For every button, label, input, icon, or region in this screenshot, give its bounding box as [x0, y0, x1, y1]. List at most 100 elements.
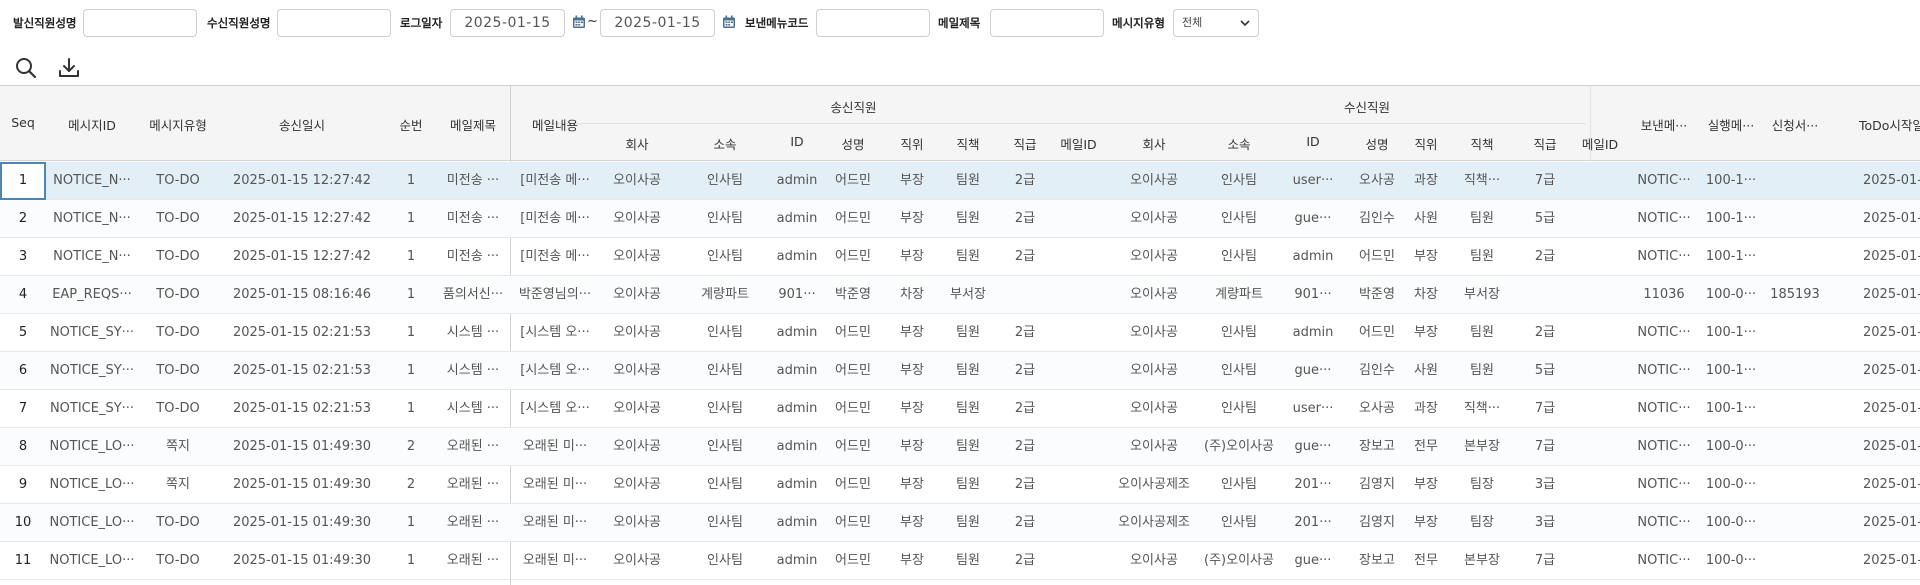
message-type-cell[interactable]: TO-DO: [138, 162, 218, 200]
receiver-dept-cell[interactable]: 인사팀: [1201, 162, 1277, 200]
receiver-mail-id-cell[interactable]: [1573, 352, 1627, 390]
header-request-doc[interactable]: 신청서···: [1761, 115, 1829, 134]
header-order[interactable]: 순번: [386, 115, 436, 134]
sender-company-cell[interactable]: 오이사공: [600, 238, 674, 276]
receiver-name-cell[interactable]: 장보고: [1349, 542, 1405, 580]
receiver-position-cell[interactable]: 전무: [1405, 542, 1447, 580]
sender-mail-id-cell[interactable]: [1050, 466, 1107, 504]
mail-content-cell[interactable]: [미전송 메···: [510, 162, 600, 200]
calendar-icon[interactable]: [722, 15, 736, 29]
receiver-dept-cell[interactable]: 인사팀: [1201, 200, 1277, 238]
exec-menu-cell[interactable]: 100-1···: [1701, 390, 1761, 428]
mail-title-cell[interactable]: 미전송 ···: [436, 200, 510, 238]
seq-cell[interactable]: 9: [0, 466, 46, 504]
sender-position-cell[interactable]: 부장: [888, 162, 936, 200]
receiver-id-cell[interactable]: admin: [1277, 238, 1349, 276]
receiver-name-cell[interactable]: 김영지: [1349, 504, 1405, 542]
sender-name-cell[interactable]: 어드민: [818, 504, 888, 542]
receiver-company-cell[interactable]: 오이사공제조: [1107, 504, 1201, 542]
receiver-duty-cell[interactable]: 팀장: [1447, 466, 1517, 504]
receiver-dept-cell[interactable]: 인사팀: [1201, 504, 1277, 542]
sender-duty-cell[interactable]: 팀원: [936, 352, 1000, 390]
sender-dept-cell[interactable]: 인사팀: [674, 466, 776, 504]
todo-start-cell[interactable]: 2025-01-1: [1829, 504, 1920, 542]
message-type-select[interactable]: 전체: [1173, 9, 1259, 37]
receiver-id-cell[interactable]: 901···: [1277, 276, 1349, 314]
receiver-duty-cell[interactable]: 본부장: [1447, 428, 1517, 466]
mail-title-cell[interactable]: 품의서신···: [436, 276, 510, 314]
header-sender-position[interactable]: 직위: [888, 134, 936, 153]
request-doc-cell[interactable]: [1761, 352, 1829, 390]
receiver-position-cell[interactable]: 사원: [1405, 200, 1447, 238]
sender-position-cell[interactable]: 부장: [888, 390, 936, 428]
sender-id-cell[interactable]: admin: [776, 542, 818, 580]
receiver-duty-cell[interactable]: 부서장: [1447, 276, 1517, 314]
receiver-grade-cell[interactable]: [1517, 276, 1573, 314]
receiver-name-cell[interactable]: 김인수: [1349, 352, 1405, 390]
sender-position-cell[interactable]: 부장: [888, 466, 936, 504]
receiver-id-cell[interactable]: gue···: [1277, 542, 1349, 580]
receiver-mail-id-cell[interactable]: [1573, 504, 1627, 542]
receiver-company-cell[interactable]: 오이사공: [1107, 352, 1201, 390]
order-cell[interactable]: 1: [386, 352, 436, 390]
receiver-dept-cell[interactable]: 인사팀: [1201, 352, 1277, 390]
header-sender-duty[interactable]: 직책: [936, 134, 1000, 153]
exec-menu-cell[interactable]: 100-1···: [1701, 238, 1761, 276]
todo-start-cell[interactable]: 2025-01-1: [1829, 390, 1920, 428]
receiver-mail-id-cell[interactable]: [1573, 162, 1627, 200]
receiver-name-cell[interactable]: 어드민: [1349, 314, 1405, 352]
date-from-input[interactable]: 2025-01-15: [450, 9, 565, 37]
header-receiver-grade[interactable]: 직급: [1517, 134, 1573, 153]
receiver-dept-cell[interactable]: (주)오이사공: [1201, 428, 1277, 466]
receiver-dept-cell[interactable]: 인사팀: [1201, 390, 1277, 428]
receiver-grade-cell[interactable]: 7급: [1517, 542, 1573, 580]
header-receiver-company[interactable]: 회사: [1107, 134, 1201, 153]
sender-name-cell[interactable]: 어드민: [818, 162, 888, 200]
todo-start-cell[interactable]: 2025-01-1: [1829, 200, 1920, 238]
exec-menu-cell[interactable]: 100-0···: [1701, 542, 1761, 580]
sender-company-cell[interactable]: 오이사공: [600, 504, 674, 542]
mail-title-cell[interactable]: 미전송 ···: [436, 238, 510, 276]
receiver-id-cell[interactable]: admin: [1277, 314, 1349, 352]
sent-menu-cell[interactable]: NOTIC···: [1627, 466, 1701, 504]
order-cell[interactable]: 1: [386, 200, 436, 238]
exec-menu-cell[interactable]: 100-1···: [1701, 314, 1761, 352]
header-sender-id[interactable]: ID: [776, 134, 818, 149]
receiver-position-cell[interactable]: 부장: [1405, 466, 1447, 504]
receiver-dept-cell[interactable]: 인사팀: [1201, 466, 1277, 504]
receiver-name-cell[interactable]: 박준영: [1349, 276, 1405, 314]
sender-name-cell[interactable]: 어드민: [818, 352, 888, 390]
message-id-cell[interactable]: EAP_REQS···: [46, 276, 138, 314]
sender-duty-cell[interactable]: 부서장: [936, 276, 1000, 314]
sender-duty-cell[interactable]: 팀원: [936, 504, 1000, 542]
receiver-duty-cell[interactable]: 팀장: [1447, 504, 1517, 542]
seq-cell[interactable]: 4: [0, 276, 46, 314]
exec-menu-cell[interactable]: 100-0···: [1701, 276, 1761, 314]
table-row[interactable]: 6 NOTICE_SY··· TO-DO 2025-01-15 02:21:53 1 시스…: [0, 352, 1920, 390]
request-doc-cell[interactable]: [1761, 390, 1829, 428]
todo-start-cell[interactable]: 2025-01-1: [1829, 428, 1920, 466]
receiver-name-cell[interactable]: 어드민: [1349, 238, 1405, 276]
exec-menu-cell[interactable]: 100-1···: [1701, 200, 1761, 238]
mail-title-cell[interactable]: 시스템 ···: [436, 314, 510, 352]
receiver-position-cell[interactable]: 과장: [1405, 390, 1447, 428]
sender-grade-cell[interactable]: [1000, 276, 1050, 314]
table-row[interactable]: 4 EAP_REQS··· TO-DO 2025-01-15 08:16:46 1 품의서…: [0, 276, 1920, 314]
sender-dept-cell[interactable]: 인사팀: [674, 542, 776, 580]
todo-start-cell[interactable]: 2025-01-1: [1829, 542, 1920, 580]
sender-dept-cell[interactable]: 인사팀: [674, 162, 776, 200]
sender-position-cell[interactable]: 부장: [888, 238, 936, 276]
header-sent-menu[interactable]: 보낸메···: [1627, 115, 1701, 134]
sent-menu-cell[interactable]: NOTIC···: [1627, 504, 1701, 542]
sent-menu-cell[interactable]: NOTIC···: [1627, 390, 1701, 428]
mail-title-cell[interactable]: 시스템 ···: [436, 352, 510, 390]
message-type-cell[interactable]: TO-DO: [138, 276, 218, 314]
receiver-duty-cell[interactable]: 팀원: [1447, 352, 1517, 390]
sender-grade-cell[interactable]: 2급: [1000, 238, 1050, 276]
message-id-cell[interactable]: NOTICE_LO···: [46, 466, 138, 504]
sent-menu-cell[interactable]: 11036: [1627, 276, 1701, 314]
sender-position-cell[interactable]: 부장: [888, 504, 936, 542]
seq-cell[interactable]: 3: [0, 238, 46, 276]
mail-title-input[interactable]: [990, 9, 1104, 37]
sender-id-cell[interactable]: admin: [776, 238, 818, 276]
